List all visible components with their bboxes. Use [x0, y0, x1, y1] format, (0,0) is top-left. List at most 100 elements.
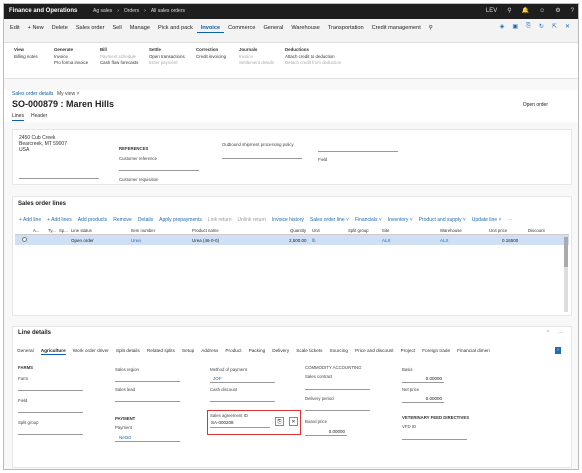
apply-prepayments-button[interactable]: Apply prepayments — [159, 217, 202, 223]
header-field[interactable] — [318, 151, 398, 152]
payment-field[interactable] — [115, 441, 180, 442]
delivery-period-field[interactable] — [305, 410, 370, 411]
table-row[interactable]: Open order Urea Urea (46-0-0) 2,500.00 l… — [15, 235, 569, 245]
tab-lines[interactable]: Lines — [12, 113, 24, 121]
tab-transportation[interactable]: Transportation — [324, 23, 368, 33]
tab-scale-tickets[interactable]: Scale tickets — [296, 348, 322, 355]
enter-payment-button[interactable]: Enter payment — [149, 60, 185, 66]
tab-financial-dimensions[interactable]: Financial dimen — [457, 348, 490, 355]
new-button[interactable]: + New — [24, 23, 48, 33]
column-header[interactable]: A... — [33, 228, 39, 233]
add-line-button[interactable]: + Add line — [19, 217, 41, 223]
help-icon[interactable]: ? — [571, 8, 574, 14]
smiley-icon[interactable]: ☺ — [539, 8, 545, 14]
unlink-return-button[interactable]: Unlink return — [238, 217, 266, 223]
tab-split-details[interactable]: Split details — [116, 348, 140, 355]
company-picker[interactable]: LEV — [486, 8, 497, 14]
board-price-field[interactable] — [305, 435, 347, 436]
update-line-menu[interactable]: Update line ˅ — [472, 217, 502, 223]
tab-agriculture[interactable]: Agriculture — [40, 348, 66, 355]
sales-order-details-link[interactable]: Sales order details — [12, 91, 53, 97]
tab-warehouse[interactable]: Warehouse — [287, 23, 323, 33]
search-icon[interactable]: ⚲ — [425, 23, 437, 33]
settlement-details-button[interactable]: Settlement details — [239, 60, 274, 66]
vfd-id-field[interactable] — [402, 439, 467, 440]
field-input[interactable] — [18, 412, 83, 413]
product-and-supply-menu[interactable]: Product and supply ˅ — [419, 217, 466, 223]
site-cell[interactable]: ALX — [382, 238, 391, 243]
notifications-icon[interactable]: 🔔 — [522, 7, 529, 14]
credit-invoicing-button[interactable]: Credit invoicing — [196, 54, 226, 60]
tabs-scroll-right-icon[interactable]: › — [555, 347, 561, 354]
breadcrumb-all-sales-orders[interactable]: All sales orders — [151, 8, 185, 14]
split-group-field[interactable] — [18, 434, 83, 435]
billing-notes-button[interactable]: Billing notes — [14, 54, 38, 60]
quantity-cell[interactable]: 2,500.00 — [289, 238, 307, 243]
link-return-button[interactable]: Link return — [208, 217, 232, 223]
tab-sell[interactable]: Sell — [108, 23, 125, 33]
tab-invoice[interactable]: Invoice — [196, 23, 225, 33]
cash-discount-field[interactable] — [210, 401, 275, 402]
add-lines-button[interactable]: + Add lines — [47, 217, 72, 223]
item-number-cell[interactable]: Urea — [131, 238, 141, 243]
more-options-button[interactable]: ⋯ — [507, 217, 512, 223]
scrollbar-thumb[interactable] — [564, 237, 568, 267]
unit-cell[interactable]: lb — [312, 238, 316, 243]
tab-related-splits[interactable]: Related splits — [147, 348, 175, 355]
column-header[interactable]: Unit — [312, 228, 320, 233]
tab-general[interactable]: General — [17, 348, 34, 355]
tab-delivery[interactable]: Delivery — [272, 348, 289, 355]
tab-pick-and-pack[interactable]: Pick and pack — [154, 23, 197, 33]
sales-region-field[interactable] — [115, 381, 180, 382]
tab-credit-management[interactable]: Credit management — [368, 23, 425, 33]
unit-price-cell[interactable]: 0.16500 — [502, 238, 518, 243]
column-header[interactable]: Quantity — [290, 228, 306, 233]
column-header[interactable]: Discount — [528, 228, 545, 233]
invoice-history-button[interactable]: Invoice history — [272, 217, 304, 223]
method-of-payment-value[interactable]: JOF — [213, 376, 222, 381]
tab-address[interactable]: Address — [201, 348, 218, 355]
my-view-dropdown[interactable]: My view ˅ — [57, 91, 79, 97]
column-header[interactable]: Item number — [131, 228, 155, 233]
tab-setup[interactable]: Setup — [182, 348, 194, 355]
attach-icon[interactable]: ⎘ — [526, 23, 531, 30]
inventory-menu[interactable]: Inventory ˅ — [388, 217, 413, 223]
edit-button[interactable]: Edit — [6, 23, 24, 33]
tab-project[interactable]: Project — [401, 348, 416, 355]
tab-sourcing[interactable]: Sourcing — [330, 348, 349, 355]
farm-field[interactable] — [18, 390, 83, 391]
details-button[interactable]: Details — [138, 217, 153, 223]
tab-manage[interactable]: Manage — [126, 23, 154, 33]
search-icon[interactable]: ⚲ — [507, 7, 511, 14]
row-select-radio[interactable] — [22, 237, 27, 242]
method-of-payment-field[interactable] — [210, 382, 275, 383]
column-header[interactable]: Site — [382, 228, 389, 233]
more-icon[interactable]: ⋯ — [558, 330, 563, 336]
office-icon[interactable]: ▣ — [512, 23, 518, 30]
clear-icon[interactable]: ✕ — [289, 417, 298, 426]
customer-reference-field[interactable] — [119, 170, 199, 171]
popout-icon[interactable]: ⇱ — [552, 23, 557, 30]
tab-packing[interactable]: Packing — [249, 348, 266, 355]
column-header[interactable]: Sp... — [59, 228, 68, 233]
column-header[interactable]: Warehouse — [440, 228, 462, 233]
tab-header[interactable]: Header — [31, 113, 47, 121]
board-price-value[interactable]: 0.00000 — [305, 429, 345, 434]
warehouse-cell[interactable]: ALX — [440, 238, 449, 243]
close-icon[interactable]: ✕ — [565, 23, 570, 30]
column-header[interactable]: Unit price — [489, 228, 507, 233]
column-header[interactable]: Product name — [192, 228, 219, 233]
sales-contract-field[interactable] — [305, 389, 370, 390]
column-header[interactable]: Ty... — [48, 228, 56, 233]
diamond-icon[interactable]: ◈ — [500, 23, 505, 30]
tab-price-and-discount[interactable]: Price and discount — [355, 348, 394, 355]
sales-lead-field[interactable] — [115, 401, 180, 402]
column-header[interactable]: Line status — [71, 228, 92, 233]
tab-product[interactable]: Product — [225, 348, 241, 355]
sales-agreement-value[interactable]: SA-000208 — [211, 420, 234, 425]
pro-forma-invoice-button[interactable]: Pro forma invoice — [54, 60, 88, 66]
basis-field[interactable] — [402, 382, 444, 383]
outbound-policy-field[interactable] — [222, 158, 302, 159]
tab-foreign-trade[interactable]: Foreign trade — [422, 348, 450, 355]
collapse-icon[interactable]: ⌃ — [546, 330, 550, 336]
